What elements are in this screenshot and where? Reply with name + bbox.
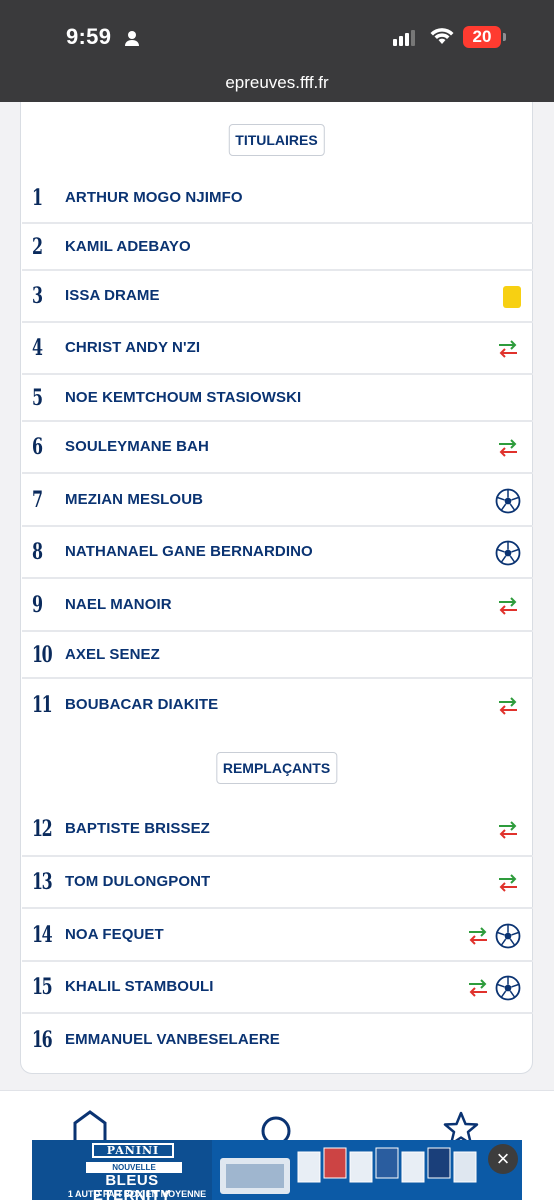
player-name: CHRIST ANDY N'ZI — [65, 339, 201, 356]
player-event-icons — [495, 693, 521, 719]
player-name: ARTHUR MOGO NJIMFO — [65, 189, 243, 206]
player-event-icons — [495, 435, 521, 461]
player-row: 4 CHRIST ANDY N'ZI — [22, 323, 533, 375]
player-number: 8 — [32, 539, 43, 565]
goal-icon — [495, 975, 521, 1001]
player-event-icons — [465, 975, 521, 1001]
substitution-icon — [495, 593, 521, 619]
status-bar: 9:59 20 epreuves.fff.fr — [0, 0, 554, 102]
substitution-icon — [495, 817, 521, 843]
lineup-card: TITULAIRES REMPLAÇANTS 1 ARTHUR MOGO NJIM… — [20, 102, 533, 1074]
player-name: BOUBACAR DIAKITE — [65, 695, 219, 713]
player-row: 10 AXEL SENEZ — [22, 632, 533, 679]
person-icon — [125, 31, 139, 46]
player-row: 7 MEZIAN MESLOUB — [22, 474, 533, 527]
ad-banner[interactable]: PANINI NOUVELLE COLLECTION BLEUS ETERNIT… — [32, 1140, 522, 1200]
player-number: 3 — [32, 283, 43, 309]
player-number: 15 — [32, 974, 53, 1000]
player-name: MEZIAN MESLOUB — [65, 490, 204, 508]
ad-close-button[interactable]: × — [488, 1144, 518, 1174]
player-event-icons — [495, 870, 521, 896]
player-name: NOA FEQUET — [65, 925, 164, 943]
player-number: 6 — [32, 434, 43, 460]
player-name: NAEL MANOIR — [65, 595, 172, 613]
ad-subtitle: 1 AUTO PAR BOX EN MOYENNE — [67, 1189, 207, 1199]
player-number: 11 — [32, 691, 53, 718]
player-event-icons — [495, 593, 521, 619]
player-row: 13 TOM DULONGPONT — [22, 857, 533, 909]
substitution-icon — [465, 975, 491, 1001]
player-event-icons — [495, 817, 521, 843]
battery-nub — [503, 33, 506, 41]
player-number: 1 — [32, 185, 43, 211]
clock: 9:59 — [66, 24, 112, 49]
player-row: 16 EMMANUEL VANBESELAERE — [22, 1014, 533, 1067]
goal-icon — [495, 488, 521, 514]
player-name: EMMANUEL VANBESELAERE — [65, 1030, 280, 1048]
player-name: NOE KEMTCHOUM STASIOWSKI — [65, 388, 302, 406]
player-row: 5 NOE KEMTCHOUM STASIOWSKI — [22, 375, 533, 422]
player-row: 2 KAMIL ADEBAYO — [22, 224, 533, 271]
player-row: 12 BAPTISTE BRISSEZ — [22, 802, 533, 857]
substitution-icon — [495, 870, 521, 896]
url-bar[interactable]: epreuves.fff.fr — [0, 73, 554, 93]
wifi-icon — [430, 28, 454, 44]
player-number: 16 — [32, 1026, 53, 1053]
player-row: 3 ISSA DRAME — [22, 271, 533, 323]
player-number: 7 — [32, 486, 43, 513]
player-number: 5 — [32, 384, 43, 411]
player-event-icons — [465, 923, 521, 949]
player-number: 14 — [32, 921, 53, 948]
player-name: SOULEYMANE BAH — [65, 438, 209, 455]
player-name: TOM DULONGPONT — [65, 873, 211, 890]
player-number: 10 — [32, 641, 53, 668]
player-number: 9 — [32, 591, 43, 618]
player-event-icons — [503, 284, 521, 310]
goal-icon — [495, 540, 521, 566]
player-row: 1 ARTHUR MOGO NJIMFO — [22, 174, 533, 224]
player-number: 4 — [32, 335, 43, 361]
player-name: BAPTISTE BRISSEZ — [65, 819, 210, 837]
player-row: 6 SOULEYMANE BAH — [22, 422, 533, 474]
remplacants-heading: REMPLAÇANTS — [215, 752, 338, 784]
player-number: 13 — [32, 869, 53, 895]
substitution-icon — [465, 923, 491, 949]
substitution-icon — [495, 435, 521, 461]
substitution-icon — [495, 336, 521, 362]
player-row: 14 NOA FEQUET — [22, 909, 533, 962]
yellow-card-icon — [503, 286, 521, 308]
ad-product-image — [220, 1147, 477, 1194]
titulaires-heading: TITULAIRES — [228, 124, 325, 156]
player-row: 9 NAEL MANOIR — [22, 579, 533, 632]
player-name: ISSA DRAME — [65, 287, 160, 304]
player-event-icons — [495, 488, 521, 514]
player-row: 8 NATHANAEL GANE BERNARDINO — [22, 527, 533, 579]
ad-text-block: PANINI NOUVELLE COLLECTION BLEUS ETERNIT… — [32, 1140, 212, 1200]
goal-icon — [495, 923, 521, 949]
player-event-icons — [495, 336, 521, 362]
player-event-icons — [495, 540, 521, 566]
cellular-signal-icon — [393, 30, 415, 46]
substitution-icon — [495, 693, 521, 719]
player-number: 12 — [32, 815, 53, 842]
player-name: KAMIL ADEBAYO — [65, 237, 191, 255]
player-number: 2 — [32, 233, 43, 260]
battery-indicator: 20 — [463, 26, 501, 48]
player-name: KHALIL STAMBOULI — [65, 978, 214, 995]
player-name: NATHANAEL GANE BERNARDINO — [65, 543, 313, 560]
player-name: AXEL SENEZ — [65, 645, 160, 663]
player-row: 11 BOUBACAR DIAKITE — [22, 679, 533, 732]
ad-brand: PANINI — [92, 1143, 174, 1158]
player-row: 15 KHALIL STAMBOULI — [22, 962, 533, 1014]
